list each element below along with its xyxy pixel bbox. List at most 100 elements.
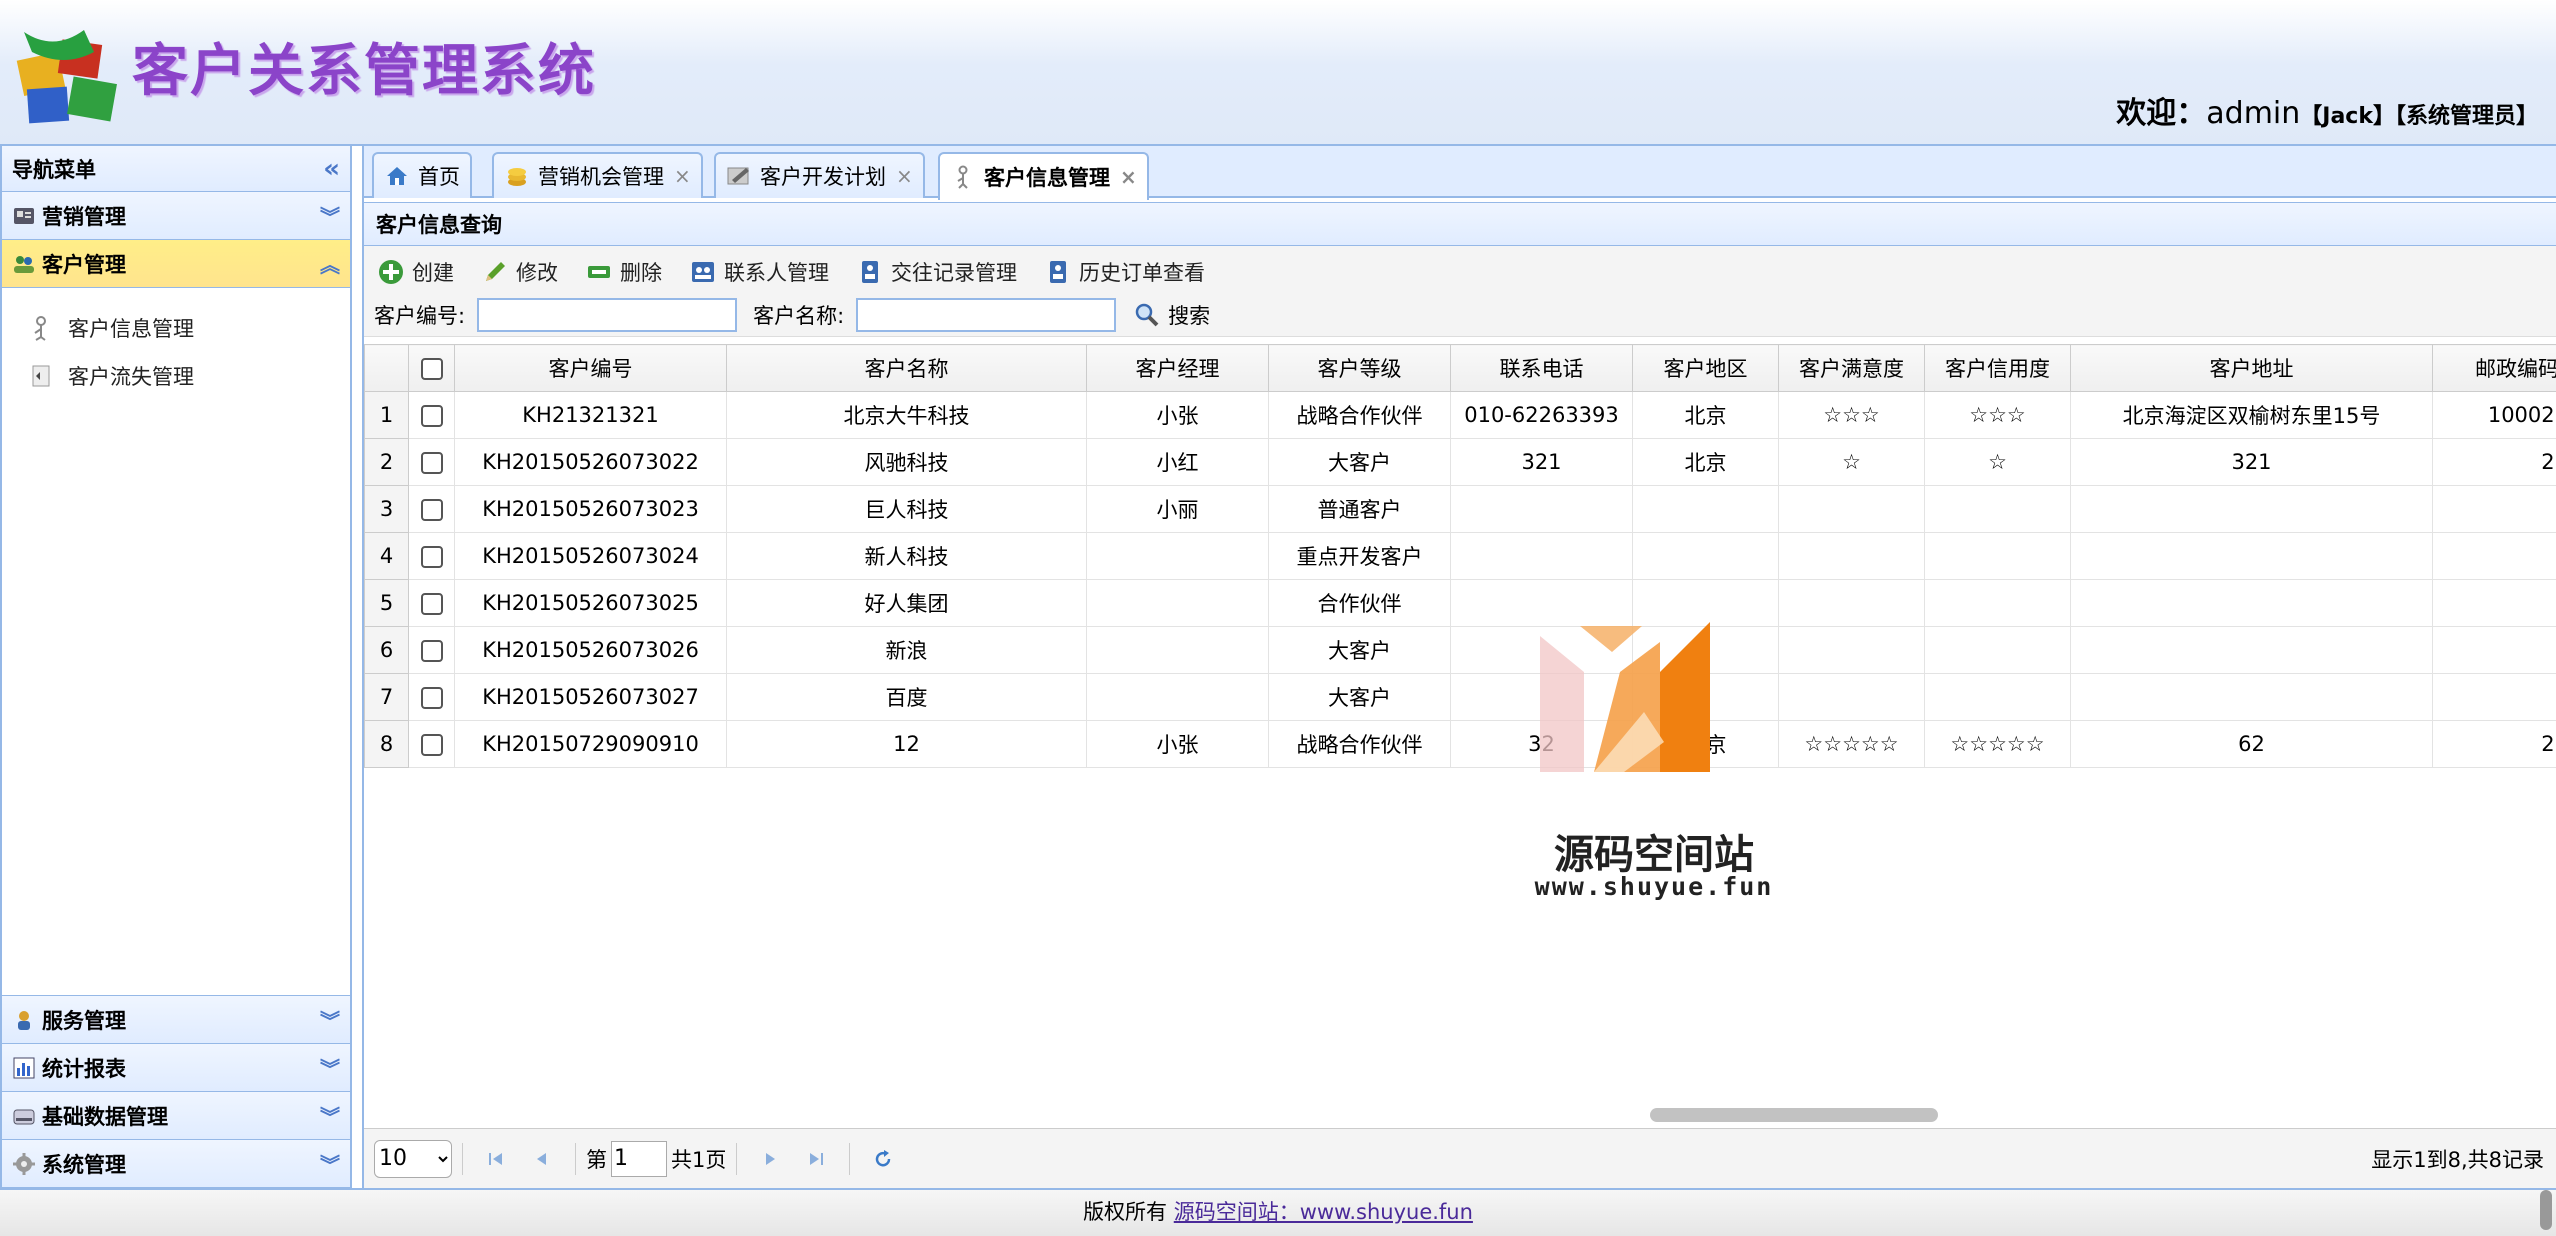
sidebar-group-customer[interactable]: 客户管理 ︽ xyxy=(2,240,350,288)
sidebar-group-label: 服务管理 xyxy=(42,1008,126,1033)
close-icon[interactable]: × xyxy=(1120,165,1137,189)
collapse-icon[interactable]: ︽ xyxy=(320,249,340,278)
tab-customer-info[interactable]: 客户信息管理 × xyxy=(938,152,1149,200)
chart-icon xyxy=(13,1057,35,1078)
sidebar-group-label: 统计报表 xyxy=(42,1056,126,1081)
cell-region: 南京 xyxy=(1632,720,1779,768)
table-row[interactable]: 5 KH20150526073025 好人集团 合作伙伴 xyxy=(364,579,2556,627)
toolbar-buttons: 创建 修改 删除 联系人管理 交往记录管理 历史订单查看 xyxy=(378,254,1233,290)
table-row[interactable]: 3 KH20150526073023 巨人科技 小丽 普通客户 xyxy=(364,485,2556,533)
customer-code-input[interactable] xyxy=(477,298,738,332)
footer-link[interactable]: 源码空间站：www.shuyue.fun xyxy=(1174,1200,1473,1224)
column-header[interactable]: 邮政编码 xyxy=(2432,344,2556,392)
prev-page-icon[interactable] xyxy=(531,1148,553,1170)
table-row[interactable]: 6 KH20150526073026 新浪 大客户 xyxy=(364,626,2556,674)
column-header[interactable]: 客户满意度 xyxy=(1778,344,1925,392)
close-icon[interactable]: × xyxy=(896,164,913,188)
first-page-icon[interactable] xyxy=(485,1148,507,1170)
customer-code-label: 客户编号: xyxy=(374,304,466,328)
tab-bar: 首页 营销机会管理 × 客户开发计划 × 客户信息管理 × xyxy=(364,146,2556,200)
vertical-scrollbar[interactable] xyxy=(2540,1190,2552,1230)
collapse-sidebar-icon[interactable]: « xyxy=(323,154,340,184)
column-header[interactable]: 客户地址 xyxy=(2070,344,2433,392)
horizontal-scrollbar[interactable] xyxy=(364,1104,2556,1124)
cell-region xyxy=(1632,626,1779,674)
table-row[interactable]: 2KH20150526073022风驰科技小红大客户321北京☆☆32121 xyxy=(364,438,2556,486)
home-icon xyxy=(387,167,407,185)
row-checkbox[interactable] xyxy=(420,640,443,662)
page-size-select[interactable]: 10 xyxy=(374,1139,452,1178)
edit-button[interactable]: 修改 xyxy=(482,257,558,287)
records-label: 交往记录管理 xyxy=(891,261,1017,285)
nav-sidebar: 导航菜单 « 营销管理 ︾ 客户管理 ︽ 客户信息管理 客户流失管理 服务管理 … xyxy=(0,146,352,1188)
page-number-input[interactable] xyxy=(611,1140,667,1177)
row-checkbox[interactable] xyxy=(420,405,443,427)
column-header[interactable]: 客户等级 xyxy=(1268,344,1451,392)
refresh-icon[interactable] xyxy=(872,1148,894,1170)
orders-button[interactable]: 历史订单查看 xyxy=(1045,257,1205,287)
sidebar-group-system[interactable]: 系统管理 ︾ xyxy=(2,1140,350,1188)
sidebar-item-customer-loss[interactable]: 客户流失管理 xyxy=(2,352,350,400)
sidebar-group-marketing[interactable]: 营销管理 ︾ xyxy=(2,192,350,240)
cell-name: 好人集团 xyxy=(726,579,1087,627)
table-row[interactable]: 7 KH20150526073027 百度 大客户 xyxy=(364,673,2556,721)
last-page-icon[interactable] xyxy=(805,1148,827,1170)
row-select-cell xyxy=(408,579,455,627)
column-header[interactable]: 客户地区 xyxy=(1632,344,1779,392)
user-lost-icon xyxy=(32,365,50,387)
cell-satisfaction xyxy=(1778,485,1925,533)
row-number: 3 xyxy=(364,485,409,533)
sidebar-group-reports[interactable]: 统计报表 ︾ xyxy=(2,1044,350,1092)
cell-manager xyxy=(1086,673,1269,721)
expand-icon[interactable]: ︾ xyxy=(320,1053,340,1082)
delete-button[interactable]: 删除 xyxy=(586,257,662,287)
cell-region xyxy=(1632,579,1779,627)
cell-satisfaction: ☆☆☆ xyxy=(1778,391,1925,439)
tab-development-plan[interactable]: 客户开发计划 × xyxy=(714,152,925,198)
table-row[interactable]: 1 KH21321321 北京大牛科技 小张 战略合作伙伴 010-62263393 北京 ☆… xyxy=(364,391,2556,439)
expand-icon[interactable]: ︾ xyxy=(320,1149,340,1178)
column-header[interactable]: 客户信用度 xyxy=(1924,344,2071,392)
table-row[interactable]: 4 KH20150526073024 新人科技 重点开发客户 xyxy=(364,532,2556,580)
column-header[interactable]: 客户编号 xyxy=(454,344,727,392)
cell-address: 62 xyxy=(2070,720,2433,768)
tab-marketing-opportunity[interactable]: 营销机会管理 × xyxy=(492,152,703,198)
tab-home[interactable]: 首页 xyxy=(372,152,472,198)
contacts-button[interactable]: 联系人管理 xyxy=(690,257,829,287)
row-checkbox[interactable] xyxy=(420,734,443,756)
next-page-icon[interactable] xyxy=(759,1148,781,1170)
sidebar-group-label: 客户管理 xyxy=(42,252,126,277)
cell-code: KH20150526073025 xyxy=(454,579,727,627)
row-checkbox[interactable] xyxy=(420,499,443,521)
cell-manager xyxy=(1086,579,1269,627)
page-total: 共1页 xyxy=(671,1147,727,1172)
sidebar-item-customer-info[interactable]: 客户信息管理 xyxy=(2,304,350,352)
cell-credit: ☆ xyxy=(1924,438,2071,486)
row-checkbox[interactable] xyxy=(420,593,443,615)
expand-icon[interactable]: ︾ xyxy=(320,201,340,230)
column-header[interactable]: 客户经理 xyxy=(1086,344,1269,392)
scrollbar-thumb[interactable] xyxy=(1650,1108,1938,1122)
row-number: 2 xyxy=(364,438,409,486)
welcome-prefix: 欢迎： xyxy=(2116,96,2207,131)
search-label: 搜索 xyxy=(1168,304,1211,328)
select-all-checkbox[interactable] xyxy=(420,358,443,380)
row-checkbox[interactable] xyxy=(420,452,443,474)
edit-label: 修改 xyxy=(516,261,558,285)
table-row[interactable]: 8 KH20150729090910 12 小张 战略合作伙伴 32 南京 ☆☆☆☆☆ ☆☆☆☆… xyxy=(364,720,2556,768)
column-header[interactable]: 客户名称 xyxy=(726,344,1087,392)
sidebar-group-basic-data[interactable]: 基础数据管理 ︾ xyxy=(2,1092,350,1140)
column-header[interactable]: 联系电话 xyxy=(1450,344,1633,392)
create-button[interactable]: 创建 xyxy=(378,257,454,287)
expand-icon[interactable]: ︾ xyxy=(320,1101,340,1130)
row-checkbox[interactable] xyxy=(420,546,443,568)
close-icon[interactable]: × xyxy=(674,164,691,188)
search-button[interactable]: 搜索 xyxy=(1134,300,1210,330)
sidebar-group-service[interactable]: 服务管理 ︾ xyxy=(2,996,350,1044)
cell-postcode xyxy=(2432,579,2556,627)
row-checkbox[interactable] xyxy=(420,687,443,709)
cell-name: 新浪 xyxy=(726,626,1087,674)
records-button[interactable]: 交往记录管理 xyxy=(857,257,1017,287)
customer-name-input[interactable] xyxy=(856,298,1117,332)
expand-icon[interactable]: ︾ xyxy=(320,1005,340,1034)
